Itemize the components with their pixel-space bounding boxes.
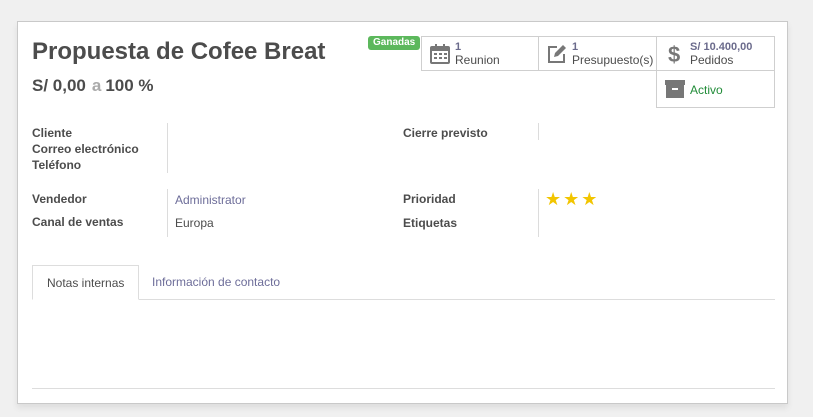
- quotations-label: Presupuesto(s): [572, 53, 654, 67]
- priority-label: Prioridad: [403, 192, 456, 206]
- amount-separator: a: [91, 76, 102, 95]
- edit-icon: [548, 45, 566, 63]
- priority-stars: ★ ★ ★: [545, 190, 599, 210]
- amount-line: S/ 0,00 a 100 %: [32, 76, 154, 96]
- orders-amount: S/ 10.400,00: [690, 41, 753, 53]
- field-divider: [538, 123, 539, 140]
- email-label: Correo electrónico: [32, 142, 139, 156]
- star-icon[interactable]: ★: [545, 189, 561, 209]
- tags-label: Etiquetas: [403, 216, 458, 230]
- field-divider: [538, 189, 539, 237]
- probability[interactable]: 100 %: [105, 76, 153, 95]
- calendar-icon: [430, 44, 450, 64]
- customer-label: Cliente: [32, 126, 73, 140]
- expected-closing-label: Cierre previsto: [403, 126, 488, 140]
- svg-text:$: $: [668, 43, 680, 65]
- field-divider: [167, 189, 168, 237]
- quotations-count: 1: [572, 41, 579, 53]
- record-title: Propuesta de Cofee Breat: [32, 38, 326, 65]
- active-toggle-button[interactable]: Activo: [656, 70, 775, 108]
- salesperson-value[interactable]: Administrator: [175, 193, 246, 207]
- field-divider: [167, 123, 168, 173]
- sales-channel-label: Canal de ventas: [32, 215, 124, 229]
- smart-buttons: 1 Reunion 1 Presupuesto(s) $ S/ 10.400,0…: [421, 36, 775, 108]
- meetings-count: 1: [455, 41, 462, 53]
- expected-revenue[interactable]: S/ 0,00: [32, 76, 86, 95]
- meetings-button[interactable]: 1 Reunion: [421, 36, 539, 71]
- divider: [32, 388, 775, 389]
- star-icon[interactable]: ★: [563, 189, 579, 209]
- form-sheet: Propuesta de Cofee Breat S/ 0,00 a 100 % G…: [17, 21, 788, 404]
- orders-button[interactable]: $ S/ 10.400,00 Pedidos: [656, 36, 775, 71]
- meetings-label: Reunion: [455, 53, 500, 67]
- archive-icon: [665, 80, 685, 98]
- status-ribbon: Ganadas: [368, 36, 421, 50]
- tab-internal-notes[interactable]: Notas internas: [32, 265, 140, 300]
- notebook-tabs: Notas internas Información de contacto: [32, 265, 775, 300]
- tab-contact-info[interactable]: Información de contacto: [138, 265, 294, 299]
- active-status-label: Activo: [690, 83, 723, 97]
- star-icon[interactable]: ★: [581, 189, 597, 209]
- phone-label: Teléfono: [32, 158, 82, 172]
- sales-channel-value[interactable]: Europa: [175, 216, 214, 230]
- salesperson-label: Vendedor: [32, 192, 87, 206]
- dollar-icon: $: [668, 43, 680, 65]
- orders-label: Pedidos: [690, 53, 734, 67]
- quotations-button[interactable]: 1 Presupuesto(s): [538, 36, 657, 71]
